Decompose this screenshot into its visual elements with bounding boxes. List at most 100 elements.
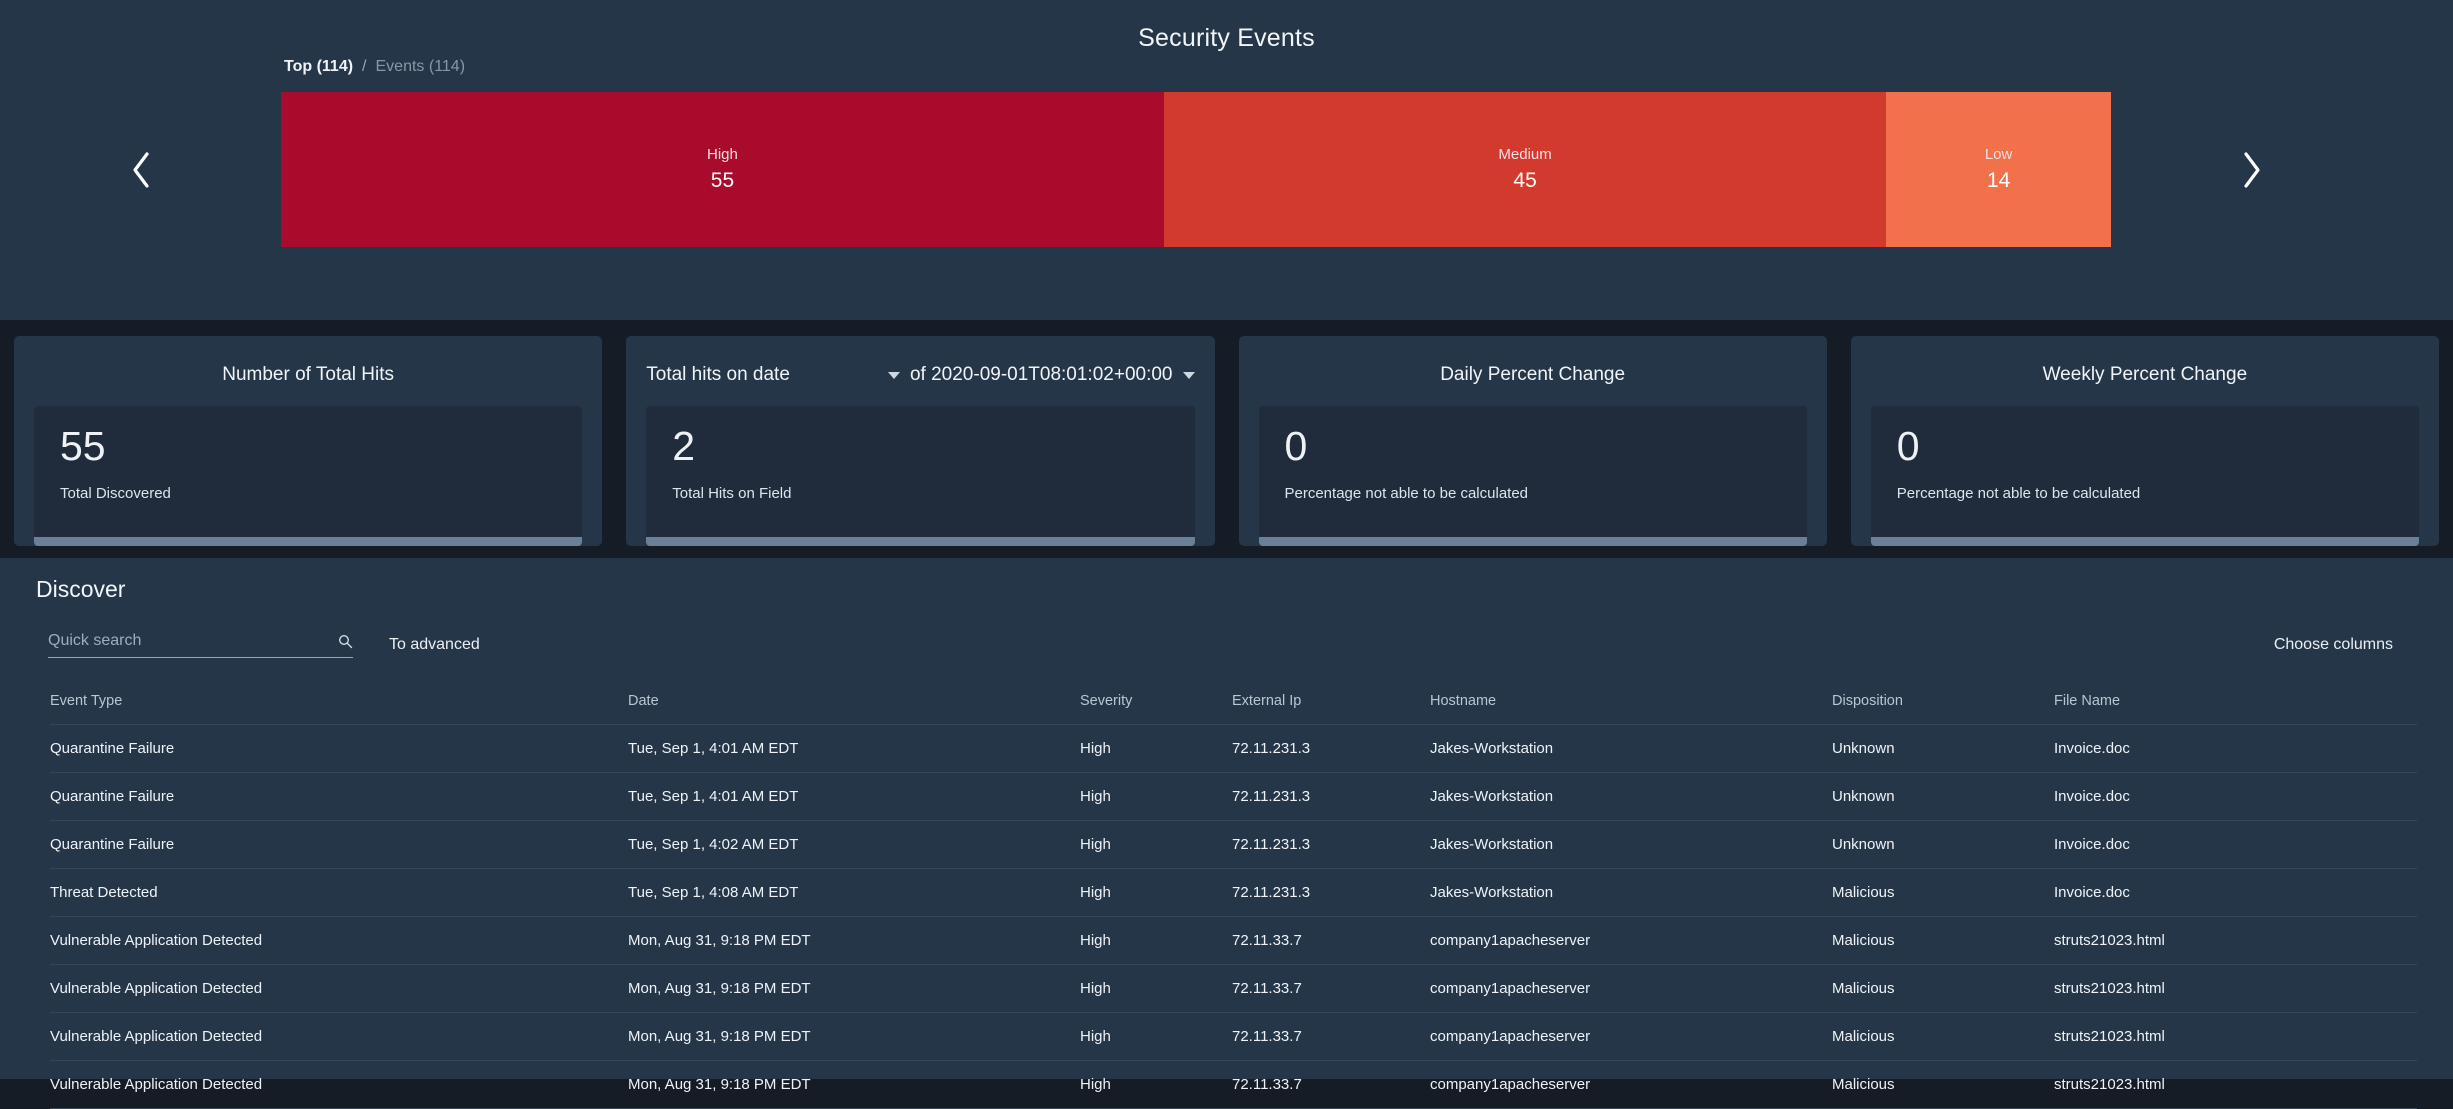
table-row[interactable]: Vulnerable Application Detected Mon, Aug … (50, 1061, 2417, 1109)
column-header-external-ip[interactable]: External Ip (1232, 693, 1430, 709)
column-header-disposition[interactable]: Disposition (1832, 693, 2054, 709)
table-body: Quarantine Failure Tue, Sep 1, 4:01 AM ED… (50, 725, 2417, 1109)
cell-severity: High (1080, 884, 1111, 901)
chevron-right-icon[interactable] (2111, 92, 2392, 247)
chevron-left-icon[interactable] (0, 92, 281, 247)
metric-card: Total hits on date of 2020-09-01T08:01:02… (626, 336, 1215, 546)
cell-hostname: company1apacheserver (1430, 1028, 1591, 1045)
metric-accent-bar (1870, 537, 2419, 546)
breadcrumb-separator: / (362, 58, 367, 75)
cell-event-type: Threat Detected (50, 884, 158, 901)
column-header-file-name[interactable]: File Name (2054, 693, 2417, 709)
metric-value: 0 (1284, 423, 1308, 469)
column-header-hostname[interactable]: Hostname (1430, 693, 1832, 709)
table-header-row: Event Type Date Severity External Ip Hostnam… (50, 677, 2417, 725)
cell-file-name: struts21023.html (2054, 1028, 2165, 1045)
cell-disposition: Malicious (1832, 932, 1895, 949)
cell-severity: High (1080, 740, 1111, 757)
column-header-event-type[interactable]: Event Type (50, 693, 628, 709)
breadcrumb-item-top[interactable]: Top (114) (284, 58, 353, 76)
severity-segment-value: 14 (1986, 169, 2011, 192)
metric-subtitle: Total Discovered (60, 485, 171, 502)
metric-card-title: Number of Total Hits (222, 364, 395, 385)
severity-segment-label: High (707, 146, 738, 163)
metric-card: Number of Total Hits 55 Total Discovered (14, 336, 603, 546)
metric-value: 2 (672, 423, 696, 469)
breadcrumb-item-events[interactable]: Events (114) (376, 58, 466, 76)
cell-external-ip: 72.11.231.3 (1232, 740, 1311, 757)
metric-card: Daily Percent Change 0 Percentage not able… (1238, 336, 1827, 546)
cell-disposition: Unknown (1832, 740, 1895, 757)
column-header-date[interactable]: Date (628, 693, 1080, 709)
cell-date: Tue, Sep 1, 4:01 AM EDT (628, 740, 799, 757)
cell-file-name: Invoice.doc (2054, 884, 2130, 901)
cell-hostname: Jakes-Workstation (1430, 740, 1554, 757)
table-row[interactable]: Vulnerable Application Detected Mon, Aug … (50, 917, 2417, 965)
severity-segment-medium[interactable]: Medium 45 (1163, 92, 1887, 247)
cell-hostname: Jakes-Workstation (1430, 788, 1554, 805)
table-row[interactable]: Vulnerable Application Detected Mon, Aug … (50, 965, 2417, 1013)
metric-accent-bar (1258, 537, 1807, 546)
cell-event-type: Quarantine Failure (50, 788, 175, 805)
cell-event-type: Quarantine Failure (50, 740, 175, 757)
column-header-severity[interactable]: Severity (1080, 693, 1232, 709)
cell-severity: High (1080, 788, 1111, 805)
cell-disposition: Malicious (1832, 980, 1895, 997)
severity-segment-low[interactable]: Low 14 (1886, 92, 2111, 247)
search-input[interactable] (48, 632, 330, 650)
metric-card-body: 55 Total Discovered (34, 406, 583, 546)
cell-disposition: Malicious (1832, 1028, 1895, 1045)
metric-card-title: Total hits on date (646, 364, 790, 385)
cell-external-ip: 72.11.231.3 (1232, 788, 1311, 805)
chevron-down-icon[interactable] (887, 371, 900, 379)
cell-disposition: Malicious (1832, 884, 1895, 901)
cell-hostname: company1apacheserver (1430, 932, 1591, 949)
choose-columns-button[interactable]: Choose columns (2274, 636, 2413, 654)
severity-segment-value: 45 (1513, 169, 1537, 192)
table-row[interactable]: Quarantine Failure Tue, Sep 1, 4:01 AM ED… (50, 725, 2417, 773)
metric-card-title: Daily Percent Change (1440, 364, 1626, 385)
cell-file-name: struts21023.html (2054, 932, 2165, 949)
cell-disposition: Unknown (1832, 788, 1895, 805)
cell-external-ip: 72.11.33.7 (1232, 1028, 1302, 1045)
security-events-hero-panel: Security Events Top (114) / Events (114)… (0, 0, 2453, 320)
metric-subtitle: Percentage not able to be calculated (1284, 485, 1529, 502)
metric-card-title: Weekly Percent Change (2042, 364, 2248, 385)
discover-toolbar: To advanced Choose columns (14, 625, 2439, 665)
cell-event-type: Quarantine Failure (50, 836, 175, 853)
table-row[interactable]: Quarantine Failure Tue, Sep 1, 4:02 AM ED… (50, 821, 2417, 869)
table-row[interactable]: Threat Detected Tue, Sep 1, 4:08 AM EDT Hi… (50, 869, 2417, 917)
search-field-wrapper (48, 632, 353, 658)
metric-card: Weekly Percent Change 0 Percentage not abl… (1850, 336, 2439, 546)
cell-event-type: Vulnerable Application Detected (50, 1028, 263, 1045)
breadcrumb: Top (114) / Events (114) (284, 58, 465, 76)
search-icon[interactable] (338, 634, 353, 649)
cell-external-ip: 72.11.231.3 (1232, 836, 1311, 853)
severity-segment-value: 55 (710, 169, 735, 192)
table-row[interactable]: Vulnerable Application Detected Mon, Aug … (50, 1013, 2417, 1061)
chevron-down-icon[interactable] (1182, 371, 1195, 379)
metric-accent-bar (646, 537, 1195, 546)
cell-severity: High (1080, 836, 1111, 853)
cell-date: Tue, Sep 1, 4:01 AM EDT (628, 788, 799, 805)
severity-segment-label: Medium (1498, 146, 1552, 163)
cell-file-name: Invoice.doc (2054, 788, 2130, 805)
metric-value: 0 (1896, 423, 1920, 469)
metric-subtitle: Percentage not able to be calculated (1896, 485, 2141, 502)
metric-card-date-selector[interactable]: of 2020-09-01T08:01:02+00:00 (887, 364, 1195, 386)
cell-severity: High (1080, 1028, 1111, 1045)
cell-severity: High (1080, 980, 1111, 997)
metric-card-body: 0 Percentage not able to be calculated (1258, 406, 1807, 546)
cell-severity: High (1080, 932, 1111, 949)
events-table: Event Type Date Severity External Ip Hostnam… (14, 677, 2439, 1109)
cell-disposition: Unknown (1832, 836, 1895, 853)
page-title: Security Events (1138, 24, 1315, 52)
severity-stacked-bar: High 55 Medium 45 Low 14 (281, 92, 2111, 247)
severity-segment-high[interactable]: High 55 (281, 92, 1164, 247)
cell-date: Tue, Sep 1, 4:08 AM EDT (628, 884, 799, 901)
cell-hostname: Jakes-Workstation (1430, 884, 1554, 901)
table-row[interactable]: Quarantine Failure Tue, Sep 1, 4:01 AM ED… (50, 773, 2417, 821)
to-advanced-link[interactable]: To advanced (389, 636, 480, 654)
cell-event-type: Vulnerable Application Detected (50, 932, 263, 949)
cell-external-ip: 72.11.33.7 (1232, 932, 1302, 949)
